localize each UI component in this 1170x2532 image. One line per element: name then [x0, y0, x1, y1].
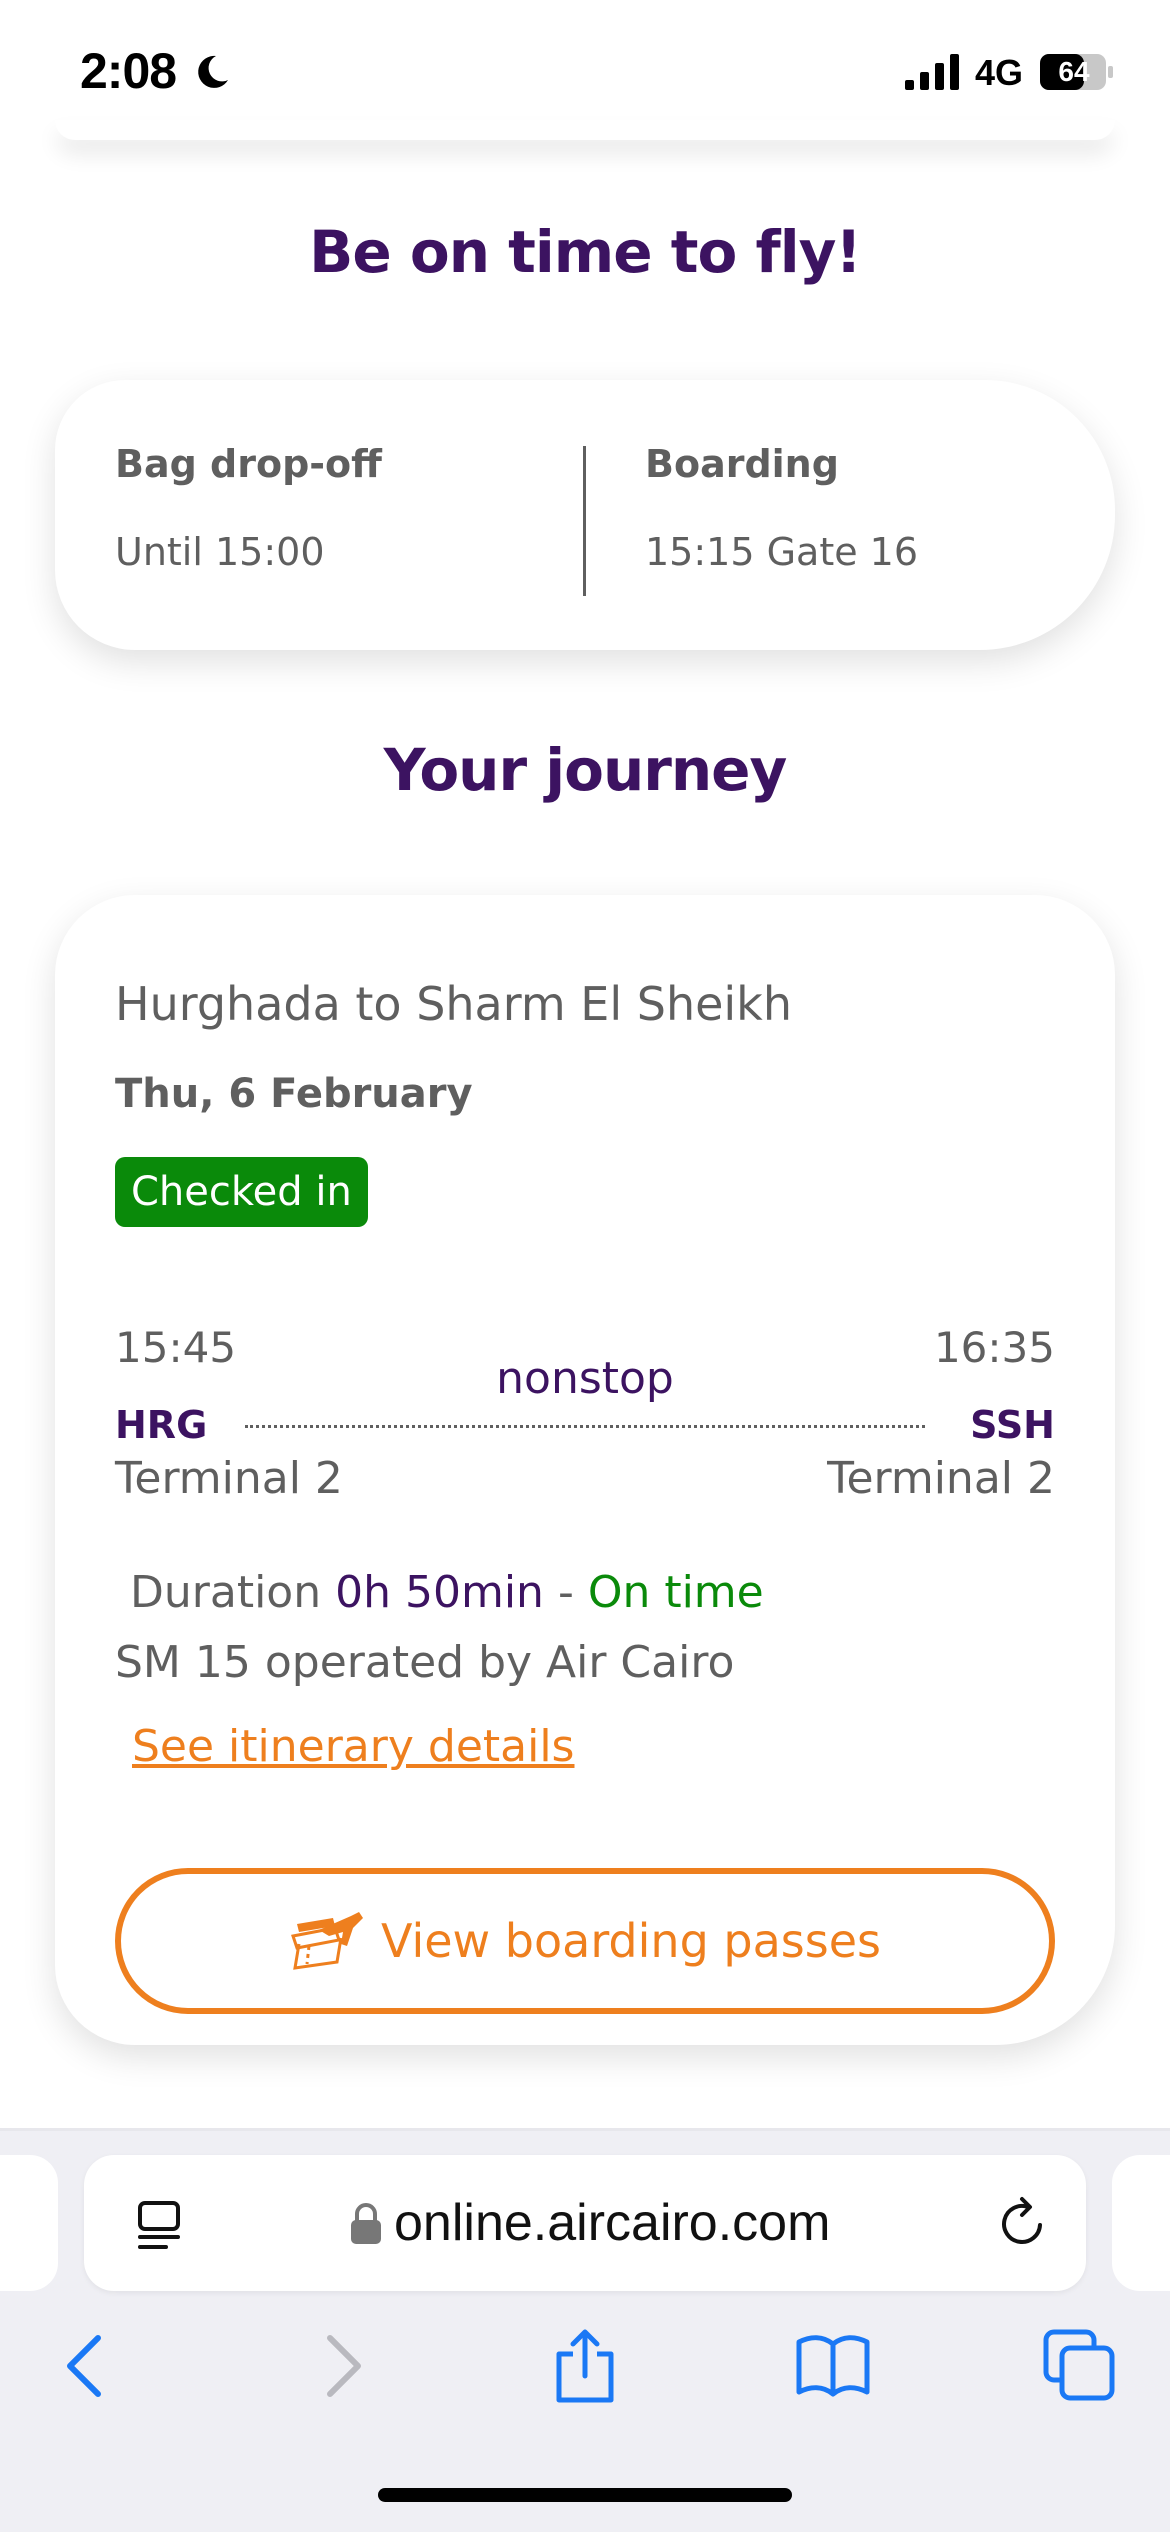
journey-card: Hurghada to Sharm El Sheikh Thu, 6 Febru…	[55, 895, 1115, 2045]
share-icon[interactable]	[545, 2326, 625, 2406]
tabs-icon[interactable]	[1040, 2326, 1120, 2406]
operated-by: SM 15 operated by Air Cairo	[115, 1637, 735, 1688]
bag-dropoff-value: Until 15:00	[115, 530, 325, 574]
forward-icon[interactable]	[300, 2326, 380, 2406]
address-bar[interactable]: online.aircairo.com	[84, 2155, 1086, 2291]
view-boarding-passes-button[interactable]: View boarding passes	[115, 1868, 1055, 2014]
duration-label: Duration	[130, 1567, 322, 1618]
status-badge: Checked in	[115, 1157, 368, 1227]
battery-level: 64	[1058, 56, 1090, 87]
on-time-status: On time	[587, 1567, 764, 1618]
origin-terminal: Terminal 2	[115, 1453, 343, 1504]
stops-label: nonstop	[496, 1353, 674, 1404]
header-bar	[55, 120, 1115, 140]
browser-toolbar: online.aircairo.com	[0, 2131, 1170, 2532]
bookmarks-icon[interactable]	[793, 2326, 873, 2406]
duration-separator: -	[557, 1567, 574, 1618]
back-icon[interactable]	[48, 2326, 128, 2406]
journey-title: Your journey	[383, 736, 788, 804]
card-divider	[583, 446, 586, 596]
origin-code: HRG	[115, 1403, 208, 1447]
status-time: 2:08	[80, 43, 177, 99]
status-bar: 2:08 4G 64	[0, 0, 1170, 140]
reload-icon[interactable]	[994, 2195, 1050, 2251]
route-title: Hurghada to Sharm El Sheikh	[115, 977, 792, 1031]
page-menu-icon[interactable]	[134, 2197, 186, 2253]
itinerary-link[interactable]: See itinerary details	[132, 1721, 574, 1772]
ticket-plane-icon	[291, 1912, 364, 1970]
lock-icon	[351, 2203, 381, 2244]
view-boarding-passes-label: View boarding passes	[381, 1914, 881, 1968]
next-tab-preview[interactable]	[1112, 2155, 1170, 2291]
flight-date: Thu, 6 February	[115, 1071, 473, 1117]
duration-line: Duration 0h 50min - On time	[130, 1567, 764, 1618]
url-text[interactable]: online.aircairo.com	[394, 2193, 830, 2253]
boarding-value: 15:15 Gate 16	[645, 530, 919, 574]
destination-terminal: Terminal 2	[827, 1453, 1055, 1504]
moon-icon	[198, 55, 228, 88]
bag-dropoff-label: Bag drop-off	[115, 442, 382, 486]
times-card: Bag drop-off Until 15:00 Boarding 15:15 …	[55, 380, 1115, 650]
home-indicator	[378, 2488, 792, 2502]
previous-tab-preview[interactable]	[0, 2155, 58, 2291]
network-label: 4G	[975, 52, 1024, 93]
duration-value: 0h 50min	[335, 1567, 544, 1618]
destination-code: SSH	[970, 1403, 1055, 1447]
boarding-label: Boarding	[645, 442, 839, 486]
page-headline: Be on time to fly!	[309, 218, 862, 286]
route-line	[245, 1425, 925, 1428]
signal-icon	[905, 54, 959, 90]
